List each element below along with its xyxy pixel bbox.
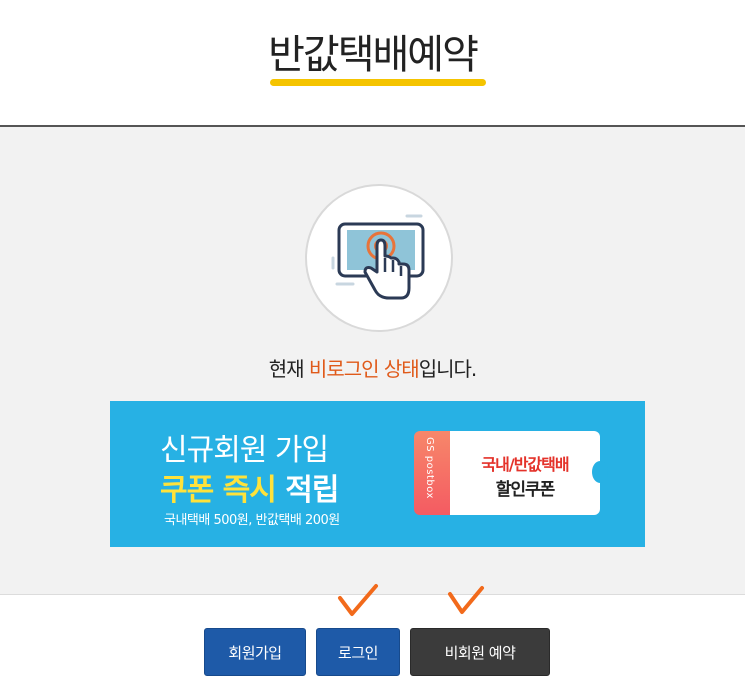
tablet-touch-icon: [305, 184, 453, 332]
banner-detail: 국내택배 500원, 반값택배 200원: [164, 513, 340, 528]
banner-headline: 신규회원 가입: [160, 433, 329, 468]
page-title: 반값택배예약: [268, 32, 479, 78]
coupon-body: 국내/반값택배 할인쿠폰: [450, 431, 608, 515]
coupon-side: GS postbox: [414, 431, 450, 515]
banner-subheadline: 쿠폰 즉시 적립: [160, 465, 340, 509]
check-mark-icon: [336, 582, 380, 618]
coupon-notch: [592, 461, 608, 483]
title-underline: [270, 79, 486, 86]
coupon-title: 국내/반값택배: [481, 455, 569, 474]
status-highlight: 비로그인 상태: [308, 357, 420, 381]
coupon-brand: GS postbox: [424, 437, 435, 499]
page-header: 반값택배예약: [0, 0, 745, 125]
coupon-subtitle: 할인쿠폰: [495, 480, 556, 500]
signup-button[interactable]: 회원가입: [204, 628, 306, 676]
signup-coupon-banner[interactable]: 신규회원 가입 쿠폰 즉시 적립 국내택배 500원, 반값택배 200원 GS…: [110, 401, 645, 547]
status-prefix: 현재: [268, 357, 309, 381]
login-button[interactable]: 로그인: [316, 628, 400, 676]
main-panel: 현재 비로그인 상태입니다. 신규회원 가입 쿠폰 즉시 적립 국내택배 500…: [0, 125, 745, 595]
coupon-ticket: GS postbox 국내/반값택배 할인쿠폰: [414, 431, 608, 515]
check-mark-icon: [446, 584, 486, 616]
guest-booking-button[interactable]: 비회원 예약: [410, 628, 550, 676]
login-status-message: 현재 비로그인 상태입니다.: [0, 353, 745, 382]
banner-highlight-rest: 적립: [275, 473, 339, 508]
banner-highlight: 쿠폰 즉시: [160, 473, 277, 508]
status-suffix: 입니다.: [418, 357, 478, 381]
